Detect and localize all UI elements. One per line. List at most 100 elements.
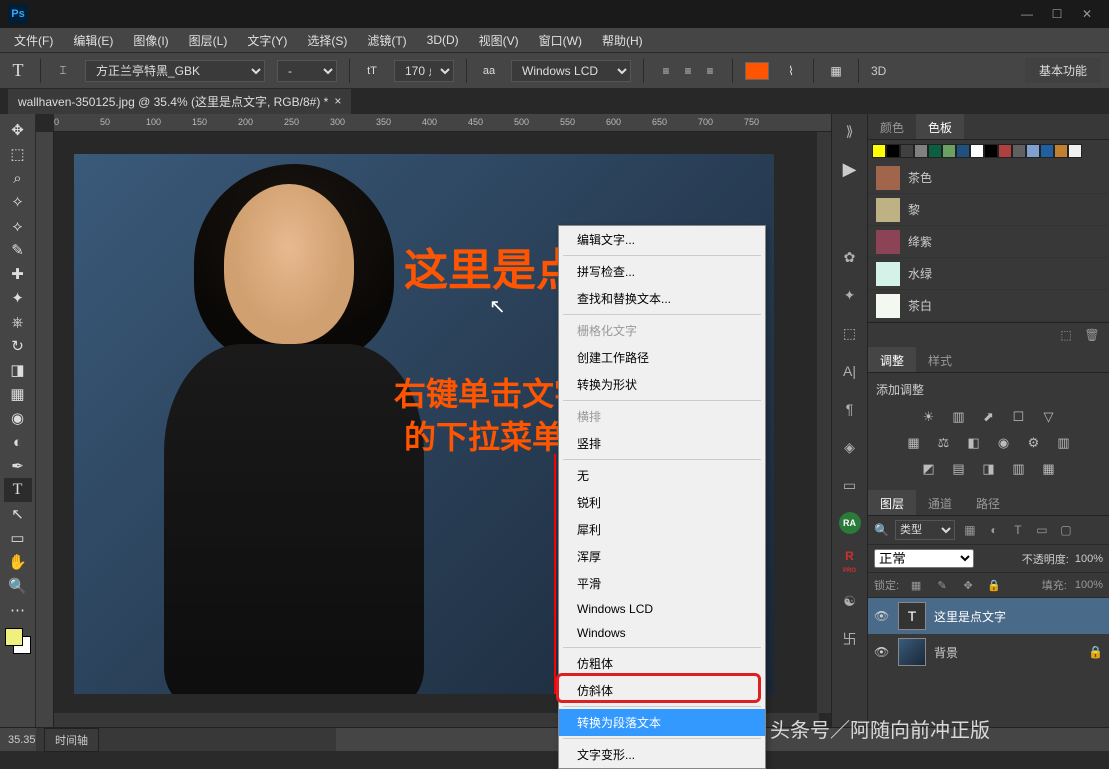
posterize-icon[interactable]: ▤ — [949, 460, 969, 478]
photo-filter-icon[interactable]: ◉ — [994, 434, 1014, 452]
fg-color-swatch[interactable] — [5, 628, 23, 646]
text-color-swatch[interactable] — [745, 62, 769, 80]
scrollbar-vertical[interactable] — [817, 132, 831, 713]
tab-adjustments[interactable]: 调整 — [868, 347, 916, 372]
palette-swatch[interactable] — [928, 144, 942, 158]
wand-tool-icon[interactable]: ✧ — [4, 190, 32, 214]
ctx-horizontal[interactable]: 横排 — [559, 403, 765, 430]
palette-swatch[interactable] — [872, 144, 886, 158]
text-orient-icon[interactable]: ⌶ — [53, 61, 73, 81]
ctx-aa-strong[interactable]: 浑厚 — [559, 543, 765, 570]
ctx-rasterize[interactable]: 栅格化文字 — [559, 317, 765, 344]
menu-type[interactable]: 文字(Y) — [237, 32, 297, 49]
marquee-tool-icon[interactable]: ⬚ — [4, 142, 32, 166]
r-pro-plugin-icon[interactable]: RPRO — [843, 550, 856, 574]
swatch-item[interactable]: 茶白 — [868, 290, 1109, 322]
lut-icon[interactable]: ▥ — [1054, 434, 1074, 452]
heal-tool-icon[interactable]: ✚ — [4, 262, 32, 286]
hand-tool-icon[interactable]: ✋ — [4, 550, 32, 574]
3d-button[interactable]: 3D — [871, 64, 886, 78]
filter-icon[interactable]: 🔍 — [874, 523, 889, 537]
ctx-find-replace[interactable]: 查找和替换文本... — [559, 285, 765, 312]
layer-name[interactable]: 背景 — [934, 644, 958, 661]
brush-panel-icon[interactable]: ✿ — [839, 246, 861, 268]
palette-swatch[interactable] — [1054, 144, 1068, 158]
history-brush-icon[interactable]: ↻ — [4, 334, 32, 358]
lasso-tool-icon[interactable]: ⌕ — [4, 166, 32, 190]
ctx-aa-winlcd[interactable]: Windows LCD — [559, 597, 765, 621]
lock-transparency-icon[interactable]: ▦ — [907, 577, 925, 593]
filter-smart-icon[interactable]: ▢ — [1057, 522, 1075, 538]
layer-name[interactable]: 这里是点文字 — [934, 608, 1006, 625]
align-center-icon[interactable]: ≡ — [678, 61, 698, 81]
font-style-select[interactable]: - — [277, 60, 337, 82]
timeline-button[interactable]: 时间轴 — [44, 728, 99, 752]
type-tool-icon[interactable]: T — [4, 478, 32, 502]
ctx-to-paragraph[interactable]: 转换为段落文本 — [559, 709, 765, 736]
type-tool-icon[interactable]: T — [8, 61, 28, 81]
tab-channels[interactable]: 通道 — [916, 490, 964, 515]
ctx-aa-crisp[interactable]: 犀利 — [559, 516, 765, 543]
brightness-icon[interactable]: ☀ — [919, 408, 939, 426]
palette-swatch[interactable] — [900, 144, 914, 158]
tab-paths[interactable]: 路径 — [964, 490, 1012, 515]
layer-item-background[interactable]: 👁 背景 🔒 — [868, 634, 1109, 670]
color-picker[interactable] — [5, 628, 31, 654]
menu-file[interactable]: 文件(F) — [4, 32, 63, 49]
shape-tool-icon[interactable]: ▭ — [4, 526, 32, 550]
ctx-faux-italic[interactable]: 仿斜体 — [559, 677, 765, 704]
ctx-faux-bold[interactable]: 仿粗体 — [559, 650, 765, 677]
menu-layer[interactable]: 图层(L) — [179, 32, 238, 49]
move-tool-icon[interactable]: ✥ — [4, 118, 32, 142]
palette-swatch[interactable] — [1012, 144, 1026, 158]
document-tab[interactable]: wallhaven-350125.jpg @ 35.4% (这里是点文字, RG… — [8, 89, 351, 114]
clone-source-icon[interactable]: ⬚ — [839, 322, 861, 344]
bw-icon[interactable]: ◧ — [964, 434, 984, 452]
ctx-aa-win[interactable]: Windows — [559, 621, 765, 645]
align-right-icon[interactable]: ≡ — [700, 61, 720, 81]
close-tab-icon[interactable]: × — [334, 94, 341, 108]
menu-help[interactable]: 帮助(H) — [592, 32, 653, 49]
filter-shape-icon[interactable]: ▭ — [1033, 522, 1051, 538]
gradient-map-icon[interactable]: ▥ — [1009, 460, 1029, 478]
dodge-tool-icon[interactable]: ◐ — [4, 430, 32, 454]
warp-text-icon[interactable]: ⌇ — [781, 61, 801, 81]
palette-swatch[interactable] — [956, 144, 970, 158]
filter-type-icon[interactable]: T — [1009, 522, 1027, 538]
filter-adjust-icon[interactable]: ◐ — [985, 522, 1003, 538]
crop-tool-icon[interactable]: ⟡ — [4, 214, 32, 238]
levels-icon[interactable]: ▥ — [949, 408, 969, 426]
font-size-select[interactable]: 170 点 — [394, 60, 454, 82]
ctx-spell-check[interactable]: 拼写检查... — [559, 258, 765, 285]
eraser-tool-icon[interactable]: ◨ — [4, 358, 32, 382]
character-panel-icon[interactable]: A| — [839, 360, 861, 382]
menu-edit[interactable]: 编辑(E) — [63, 32, 123, 49]
palette-swatch[interactable] — [984, 144, 998, 158]
paragraph-panel-icon[interactable]: ¶ — [839, 398, 861, 420]
device-preview-icon[interactable]: ▭ — [839, 474, 861, 496]
selective-icon[interactable]: ▦ — [1039, 460, 1059, 478]
threshold-icon[interactable]: ◨ — [979, 460, 999, 478]
swatch-item[interactable]: 水绿 — [868, 258, 1109, 290]
maximize-button[interactable]: ☐ — [1043, 4, 1071, 24]
palette-swatch[interactable] — [1026, 144, 1040, 158]
ruler-vertical[interactable] — [36, 132, 54, 727]
lock-position-icon[interactable]: ✥ — [959, 577, 977, 593]
brush-tool-icon[interactable]: ✦ — [4, 286, 32, 310]
palette-swatch[interactable] — [998, 144, 1012, 158]
3d-panel-icon[interactable]: ◈ — [839, 436, 861, 458]
align-left-icon[interactable]: ≡ — [656, 61, 676, 81]
tab-swatches[interactable]: 色板 — [916, 114, 964, 139]
ctx-vertical[interactable]: 竖排 — [559, 430, 765, 457]
close-button[interactable]: ✕ — [1073, 4, 1101, 24]
menu-image[interactable]: 图像(I) — [123, 32, 178, 49]
visibility-icon[interactable]: 👁 — [874, 609, 890, 623]
zoom-tool-icon[interactable]: 🔍 — [4, 574, 32, 598]
ctx-aa-smooth[interactable]: 平滑 — [559, 570, 765, 597]
menu-view[interactable]: 视图(V) — [469, 32, 529, 49]
hue-icon[interactable]: ▦ — [904, 434, 924, 452]
fill-value[interactable]: 100% — [1075, 579, 1103, 591]
palette-swatch[interactable] — [1040, 144, 1054, 158]
visibility-icon[interactable]: 👁 — [874, 645, 890, 659]
gradient-tool-icon[interactable]: ▦ — [4, 382, 32, 406]
